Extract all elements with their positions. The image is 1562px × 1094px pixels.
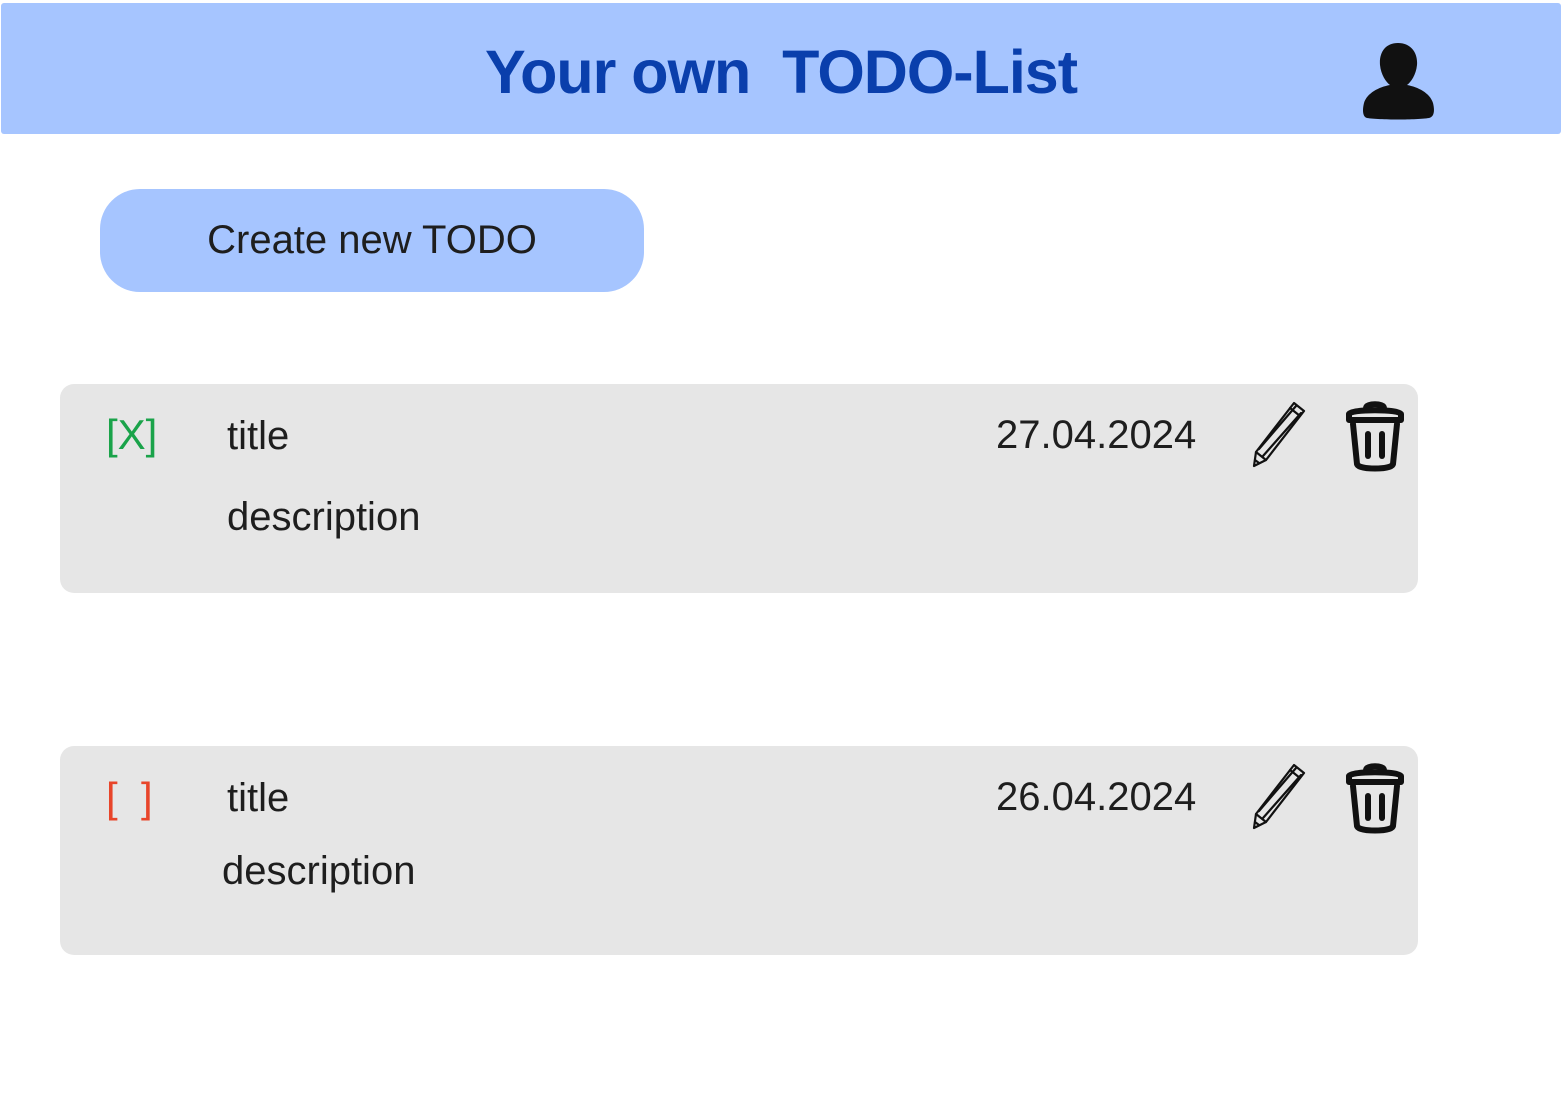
pencil-icon[interactable] xyxy=(1250,762,1310,832)
todo-date: 26.04.2024 xyxy=(996,775,1197,819)
todo-description: description xyxy=(222,849,416,893)
create-todo-button[interactable]: Create new TODO xyxy=(100,189,644,292)
todo-item: [X] title description 27.04.2024 xyxy=(60,384,1418,593)
todo-checkbox[interactable]: [ ] xyxy=(106,773,153,823)
todo-title: title xyxy=(227,776,290,820)
todo-title: title xyxy=(227,414,290,458)
trash-icon[interactable] xyxy=(1344,400,1406,474)
pencil-icon[interactable] xyxy=(1250,400,1310,470)
todo-checkbox[interactable]: [X] xyxy=(106,410,157,460)
todo-date: 27.04.2024 xyxy=(996,413,1197,457)
trash-icon[interactable] xyxy=(1344,762,1406,836)
page-title: Your own TODO-List xyxy=(484,38,1078,106)
user-icon[interactable] xyxy=(1357,41,1439,121)
todo-description: description xyxy=(227,495,421,539)
app-header: Your own TODO-List xyxy=(1,3,1561,134)
todo-item: [ ] title description 26.04.2024 xyxy=(60,746,1418,955)
